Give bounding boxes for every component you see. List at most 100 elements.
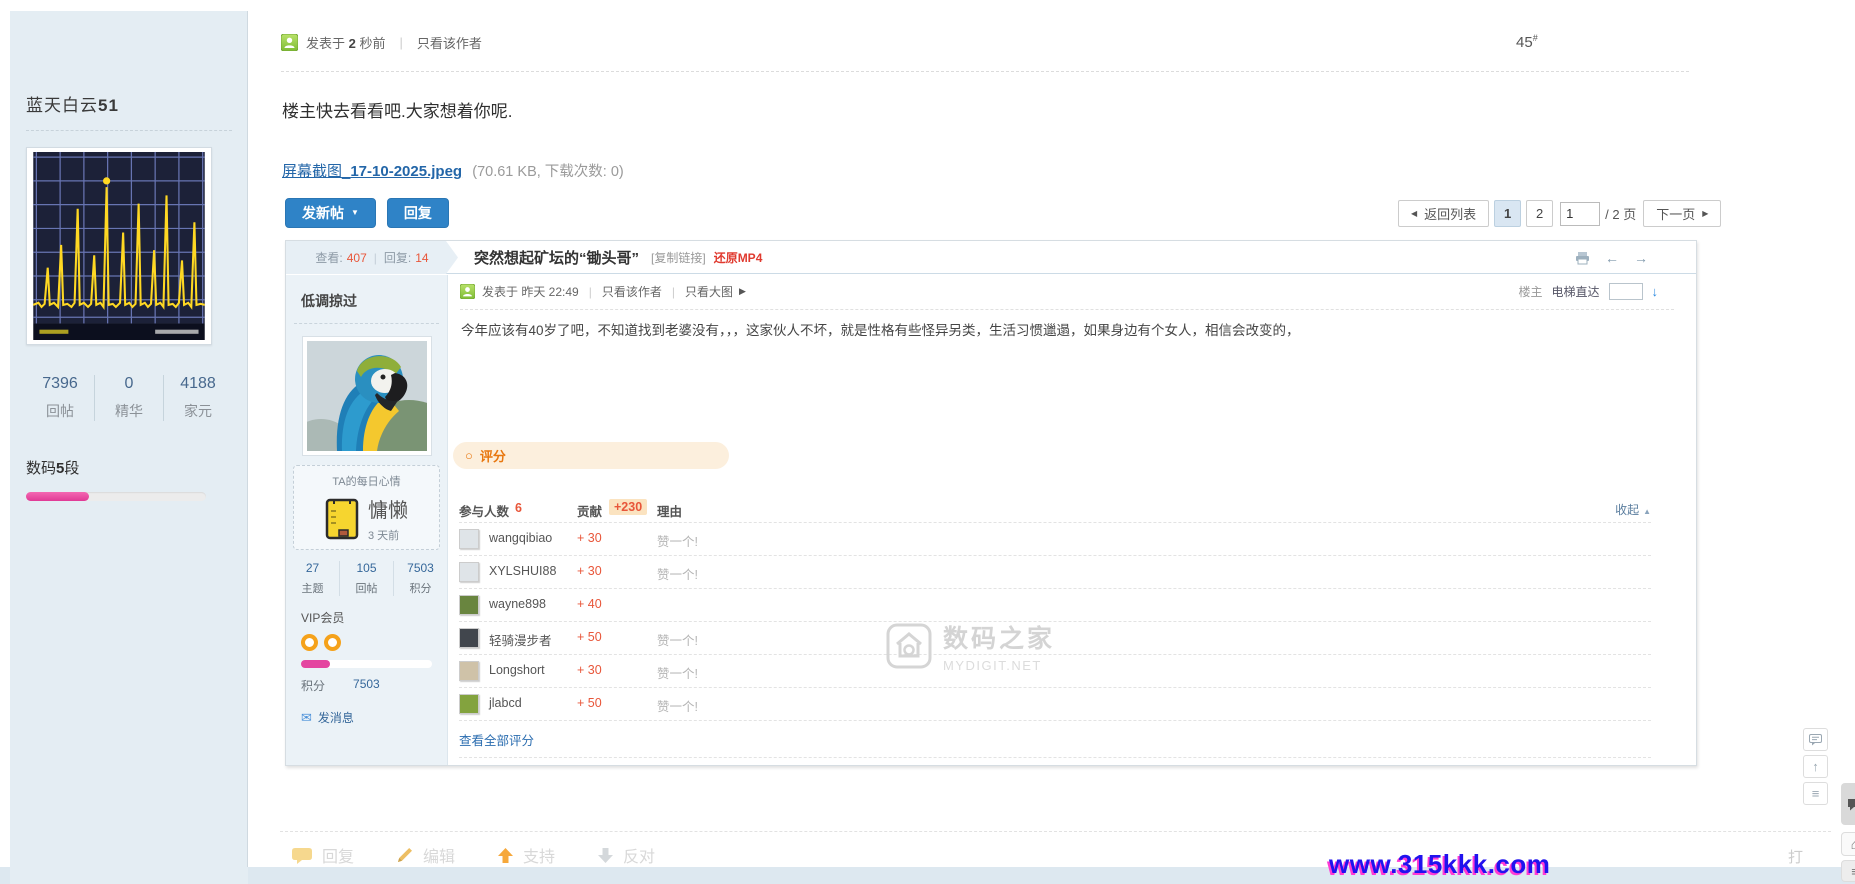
mood-text: 慵懒 3 天前 [368, 494, 408, 543]
stat-coins-value: 4188 [164, 375, 232, 393]
sidebar-username-link[interactable]: 蓝天白云51 [26, 91, 232, 116]
rater-name: 轻骑漫步者 [489, 630, 552, 649]
vip-badge-icon [324, 634, 341, 651]
envelope-icon: ✉ [301, 710, 312, 726]
shot-only-author-link: 只看该作者 [602, 283, 662, 300]
rating-row: jlabcd + 50 赞一个! [459, 687, 1651, 720]
attachment-name-prefix: 屏幕截图_ [282, 163, 350, 180]
participants-label: 参与人数 [459, 501, 509, 520]
rater-reason: 赞一个! [657, 564, 698, 583]
stat-digests[interactable]: 0精华 [94, 375, 163, 421]
embedded-screenshot-image[interactable]: 查看:407|回复:14 突然想起矿坛的“锄头哥” [复制链接] 还原MP4 ←… [285, 240, 1697, 766]
view-all-row: 查看全部评分 [459, 720, 1651, 757]
rater-reason: 赞一个! [657, 663, 698, 682]
divider [281, 71, 1689, 72]
shot-author-panel: 低调掠过 TA的每日心情 [286, 275, 448, 765]
stat-coins-label: 家元 [164, 401, 232, 421]
page-bottom-strip [0, 867, 1855, 884]
footer-edit-button[interactable]: 编辑 [396, 843, 455, 867]
shot-post-content: 今年应该有40岁了吧，不知道找到老婆没有，，，这家伙人不坏，就是性格有些怪异另类… [461, 319, 1300, 339]
footer-actions: 回复 编辑 支持 反对 [292, 843, 655, 867]
vip-badge-icon [301, 634, 318, 651]
rater-reason: 赞一个! [657, 630, 698, 649]
sidebar-divider-line [247, 11, 248, 867]
thread-list-button[interactable]: ≡ [1803, 782, 1828, 805]
stat-replies-value: 7396 [26, 375, 94, 393]
next-page-button[interactable]: 下一页▶ [1643, 200, 1721, 227]
shot-author-name: 低调掠过 [301, 291, 447, 311]
floor-hash: # [1533, 33, 1538, 43]
watermark-cn: 数码之家 [943, 619, 1055, 655]
reason-label: 理由 [657, 501, 682, 520]
footer-edit-label: 编辑 [423, 843, 455, 867]
views-count: 407 [347, 251, 367, 265]
rating-table-header: 参与人数 6 贡献 +230 理由 收起▲ [459, 496, 1651, 522]
attachment-row: 屏幕截图_17-10-2025.jpeg (70.61 KB, 下载次数: 0) [282, 160, 624, 181]
oscilloscope-photo [31, 152, 207, 340]
new-post-label: 发新帖 [302, 203, 344, 223]
comment-float-button[interactable] [1803, 728, 1828, 751]
shot-title-bar: 查看:407|回复:14 突然想起矿坛的“锄头哥” [复制链接] 还原MP4 ←… [286, 241, 1696, 274]
sidebar-username-number: 51 [98, 96, 119, 115]
mood-row: 慵懒 3 天前 [298, 494, 435, 543]
thumbs-up-arrow-icon [497, 847, 514, 864]
print-icon [1575, 251, 1590, 265]
rater-reason: 赞一个! [657, 696, 698, 715]
back-to-top-button[interactable]: ↑ [1803, 755, 1828, 778]
footer-reply-button[interactable]: 回复 [292, 843, 354, 867]
reply-button[interactable]: 回复 [387, 198, 449, 228]
expand-right-icon: ▶ [739, 286, 746, 297]
home-icon: ⌂ [1851, 836, 1855, 852]
edge-home-button[interactable]: ⌂ [1841, 832, 1855, 856]
level-suffix: 段 [64, 460, 79, 477]
score-value: 7503 [353, 677, 380, 694]
rating-row: XYLSHUI88 + 30 赞一个! [459, 555, 1651, 588]
stat-digests-value: 0 [95, 375, 163, 393]
next-thread-icon: → [1634, 250, 1648, 266]
post-meta: 发表于 2 秒前 | 只看该作者 [281, 33, 482, 52]
view-all-ratings-link: 查看全部评分 [459, 730, 534, 749]
rater-avatar [459, 661, 479, 681]
new-post-button[interactable]: 发新帖▼ [285, 198, 376, 228]
collapse-up-icon: ▲ [1643, 507, 1651, 516]
vip-badges [301, 634, 447, 651]
shot-post-meta: 发表于 昨天 22:49 | 只看该作者 | 只看大图 ▶ [460, 283, 746, 300]
mydigit-watermark: 数码之家 MYDIGIT.NET [886, 619, 1055, 673]
shot-elevator-input [1609, 283, 1643, 300]
views-label: 查看: [315, 249, 342, 266]
stat-value: 7503 [394, 561, 447, 575]
restore-mp4-label: 还原MP4 [714, 249, 763, 266]
level-prefix: 数码 [26, 460, 56, 477]
shot-post-time: 发表于 昨天 22:49 [482, 283, 579, 300]
back-to-list-button[interactable]: ◀返回列表 [1398, 200, 1489, 227]
separator: | [400, 35, 403, 50]
only-author-link[interactable]: 只看该作者 [417, 33, 482, 52]
footer-support-button[interactable]: 支持 [497, 843, 555, 867]
prev-arrow-icon: ◀ [1411, 210, 1417, 218]
attachment-link[interactable]: 屏幕截图_17-10-2025.jpeg [282, 163, 462, 180]
send-message-label: 发消息 [318, 709, 354, 726]
separator: | [374, 251, 377, 265]
mood-title: TA的每日心情 [298, 473, 435, 489]
print-link[interactable]: 打 [1788, 846, 1803, 867]
user-group-label: VIP会员 [301, 609, 447, 626]
user-level-label: 数码5段 [26, 457, 232, 478]
shot-floor-label: 楼主 [1518, 283, 1542, 300]
next-arrow-icon: ▶ [1702, 210, 1708, 218]
footer-oppose-button[interactable]: 反对 [597, 843, 655, 867]
arrow-up-icon: ↑ [1812, 759, 1819, 774]
edge-list-button[interactable]: ≡ [1841, 860, 1855, 882]
page-button-1[interactable]: 1 [1494, 200, 1521, 227]
stat-label: 回帖 [340, 580, 393, 596]
page-jump-input[interactable] [1560, 202, 1600, 226]
author-sidebar: 蓝天白云51 7396回帖 0精华 4188 家元 数码5段 [10, 11, 248, 884]
divider [280, 831, 1831, 832]
sidebar-avatar[interactable] [26, 147, 212, 345]
send-message-link: ✉ 发消息 [301, 709, 447, 726]
watermark-en: MYDIGIT.NET [943, 658, 1055, 673]
divider [26, 130, 232, 131]
stat-replies[interactable]: 7396回帖 [26, 375, 94, 421]
edge-chat-button[interactable] [1841, 783, 1855, 825]
page-button-2[interactable]: 2 [1526, 200, 1553, 227]
stat-coins[interactable]: 4188 家元 [163, 375, 232, 421]
